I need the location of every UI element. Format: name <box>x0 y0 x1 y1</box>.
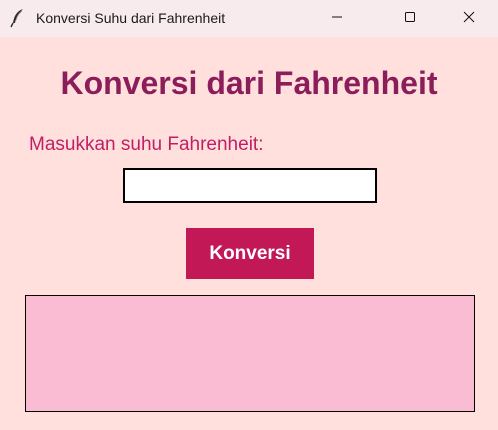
main-content: Konversi dari Fahrenheit Masukkan suhu F… <box>0 37 498 430</box>
page-title: Konversi dari Fahrenheit <box>60 65 438 101</box>
close-button[interactable] <box>446 0 492 37</box>
convert-button[interactable]: Konversi <box>186 228 314 279</box>
fahrenheit-input[interactable] <box>123 168 377 203</box>
close-icon <box>463 10 475 28</box>
maximize-button[interactable] <box>387 0 433 37</box>
window-title: Konversi Suhu dari Fahrenheit <box>36 10 226 26</box>
title-bar: Konversi Suhu dari Fahrenheit <box>0 0 498 37</box>
result-box <box>25 295 475 412</box>
feather-icon <box>10 8 26 28</box>
minimize-icon <box>331 10 343 28</box>
fahrenheit-label: Masukkan suhu Fahrenheit: <box>29 134 264 155</box>
maximize-icon <box>404 10 416 28</box>
minimize-button[interactable] <box>314 0 360 37</box>
